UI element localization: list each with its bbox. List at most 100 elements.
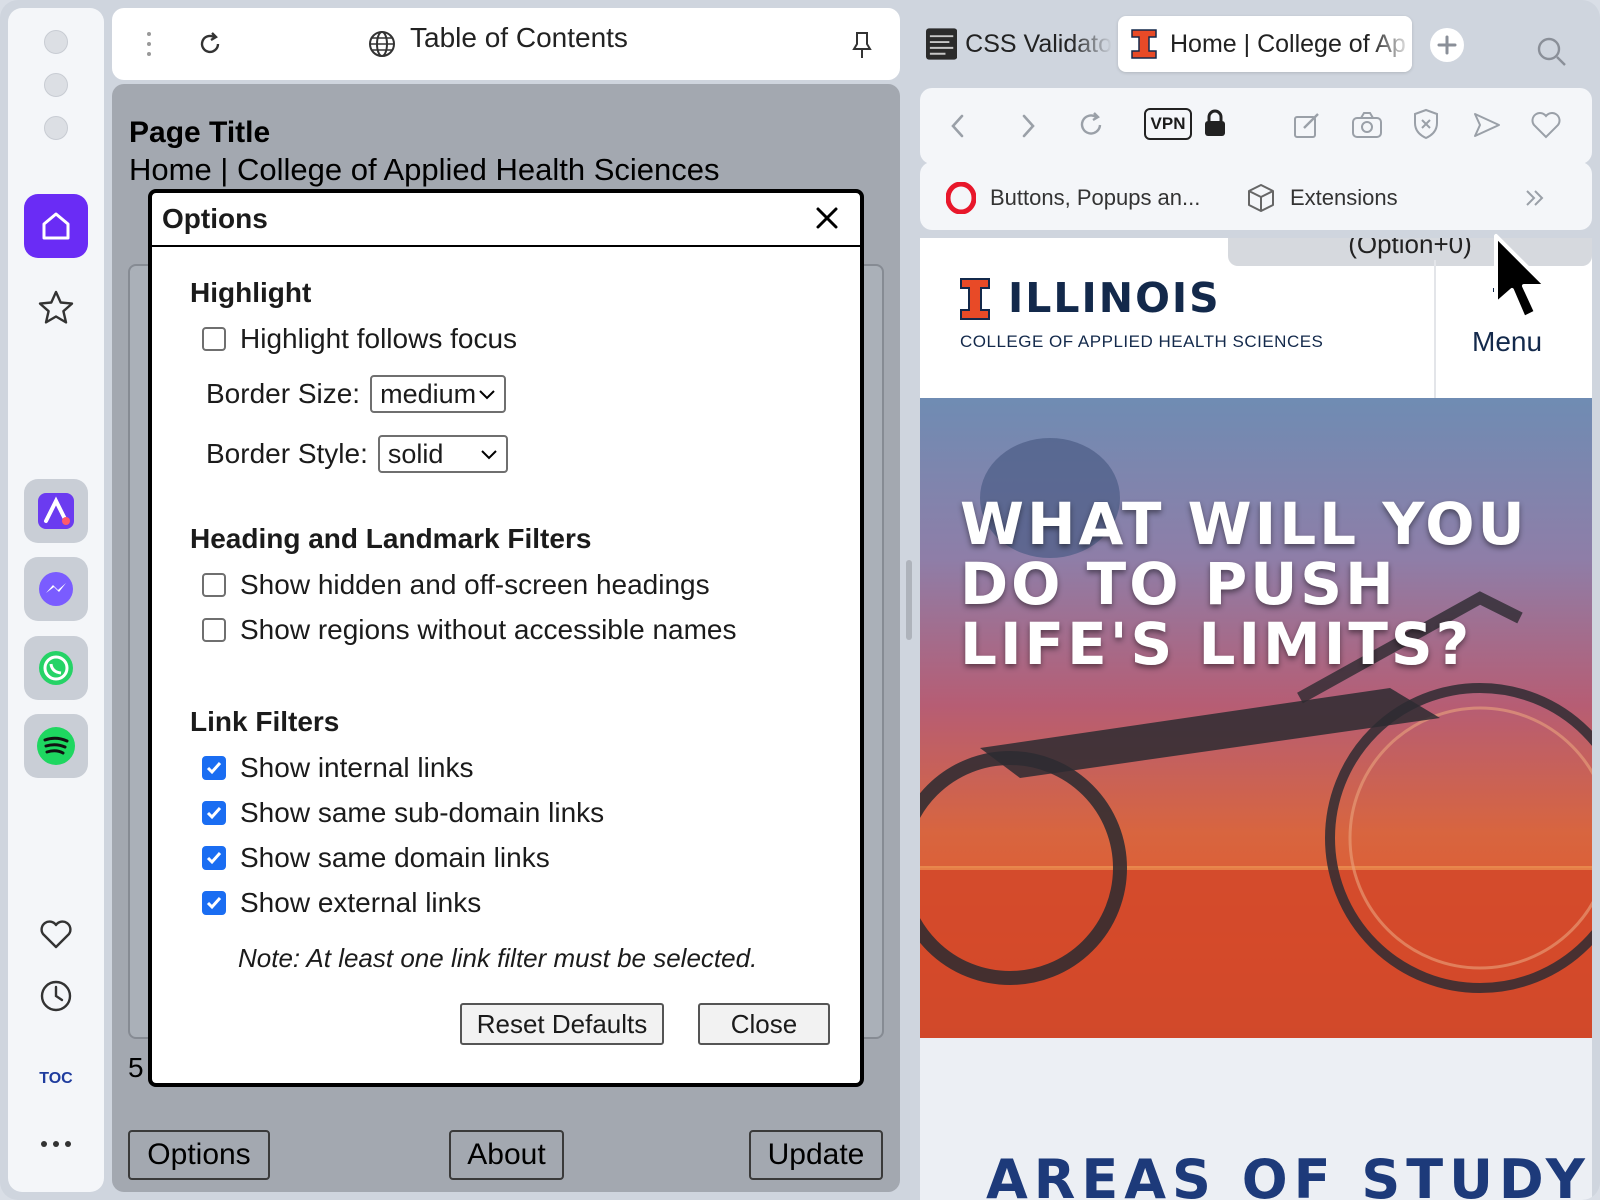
tab-home-college[interactable]: Home | College of Ap [1118, 16, 1412, 72]
bookmark-buttons-popups-label: Buttons, Popups an... [990, 185, 1201, 210]
heading-filters-heading: Heading and Landmark Filters [190, 523, 592, 554]
checkmark-icon [206, 762, 222, 775]
domain-links-checkbox[interactable] [202, 846, 226, 870]
shield-icon[interactable] [1412, 108, 1440, 140]
highlight-follows-focus-option[interactable]: Highlight follows focus [202, 323, 517, 355]
chevron-double-right-icon[interactable] [1524, 188, 1546, 208]
border-style-value: solid [387, 438, 444, 469]
border-style-select[interactable]: solid [377, 435, 508, 473]
panel-resize-handle[interactable] [906, 560, 912, 640]
illinois-wordmark[interactable]: ILLINOIS [1008, 274, 1221, 322]
bookmark-extensions[interactable]: Extensions [1246, 182, 1398, 214]
messenger-app-button[interactable] [24, 557, 88, 621]
link-filters-heading: Link Filters [190, 706, 340, 737]
subdomain-links-label: Show same sub-domain links [240, 797, 605, 828]
bookmark-buttons-popups[interactable]: Buttons, Popups an... [946, 182, 1200, 214]
options-button[interactable]: Options [128, 1130, 270, 1180]
tab-css-validator[interactable]: CSS Validato [926, 16, 1112, 72]
reload-icon[interactable] [1076, 110, 1106, 140]
update-button[interactable]: Update [749, 1130, 883, 1180]
clock-icon [40, 980, 72, 1012]
close-icon[interactable] [810, 201, 844, 235]
star-icon [38, 290, 74, 324]
highlight-follows-focus-label: Highlight follows focus [240, 323, 518, 354]
new-tab-icon[interactable] [1429, 27, 1465, 63]
areas-of-study-heading: AREAS OF STUDY [986, 1148, 1591, 1200]
hero-banner: WHAT WILL YOU DO TO PUSH LIFE'S LIMITS? [920, 398, 1592, 1038]
menu-button[interactable]: Menu [1472, 326, 1542, 358]
more-options-button[interactable] [24, 1112, 88, 1176]
checkmark-icon [206, 852, 222, 865]
camera-icon[interactable] [1351, 110, 1383, 140]
border-size-value: medium [380, 378, 477, 409]
dialog-header: Options [152, 193, 860, 247]
aria-icon [38, 493, 74, 529]
lock-icon[interactable] [1203, 108, 1227, 138]
unnamed-regions-checkbox[interactable] [202, 618, 226, 642]
globe-icon [369, 31, 395, 57]
spotify-app-button[interactable] [24, 714, 88, 778]
highlight-follows-focus-checkbox[interactable] [202, 327, 226, 351]
checkmark-icon [206, 897, 222, 910]
illinois-block-i-logo[interactable] [960, 278, 990, 320]
forward-icon[interactable] [1018, 112, 1038, 140]
college-name[interactable]: COLLEGE OF APPLIED HEALTH SCIENCES [960, 332, 1323, 352]
header-divider [1434, 260, 1436, 398]
search-icon[interactable] [1536, 36, 1568, 68]
drag-handle-icon[interactable] [144, 30, 154, 58]
page-title-label: Page Title [129, 116, 271, 149]
border-size-label: Border Size: [206, 378, 361, 409]
border-style-label: Border Style: [206, 438, 368, 469]
spotify-icon [37, 727, 75, 765]
window-zoom-dot[interactable] [44, 116, 68, 140]
reset-defaults-button[interactable]: Reset Defaults [460, 1003, 664, 1045]
back-icon[interactable] [948, 112, 968, 140]
messenger-icon [39, 572, 73, 606]
internal-links-option[interactable]: Show internal links [202, 752, 473, 784]
send-icon[interactable] [1472, 110, 1502, 140]
toc-sidebar-label[interactable]: TOC [24, 1070, 88, 1088]
unnamed-regions-option[interactable]: Show regions without accessible names [202, 614, 736, 646]
external-links-checkbox[interactable] [202, 891, 226, 915]
border-style-row: Border Style: solid [206, 435, 508, 473]
subdomain-links-checkbox[interactable] [202, 801, 226, 825]
dialog-title: Options [162, 203, 268, 234]
external-links-option[interactable]: Show external links [202, 887, 481, 919]
web-content: (Option+0) ILLINOIS COLLEGE OF APPLIED H… [920, 238, 1592, 1200]
internal-links-label: Show internal links [240, 752, 474, 783]
whatsapp-icon [39, 651, 73, 685]
reload-panel-icon[interactable] [196, 30, 224, 58]
about-button[interactable]: About [449, 1130, 564, 1180]
subdomain-links-option[interactable]: Show same sub-domain links [202, 797, 604, 829]
panel-title: Table of Contents [410, 22, 628, 53]
domain-links-option[interactable]: Show same domain links [202, 842, 550, 874]
dialog-close-button[interactable]: Close [698, 1003, 830, 1045]
border-size-select[interactable]: medium [370, 375, 507, 413]
domain-links-label: Show same domain links [240, 842, 550, 873]
window-minimize-dot[interactable] [44, 73, 68, 97]
whatsapp-app-button[interactable] [24, 636, 88, 700]
history-button[interactable] [24, 964, 88, 1028]
options-dialog: Options Highlight Highlight follows focu… [148, 189, 864, 1087]
internal-links-checkbox[interactable] [202, 756, 226, 780]
chevron-down-icon [479, 390, 495, 400]
bookmark-extensions-label: Extensions [1290, 185, 1398, 210]
window-close-dot[interactable] [44, 30, 68, 54]
toc-status-fragment: 5 [128, 1052, 144, 1083]
home-button[interactable] [24, 194, 88, 258]
hero-headline: WHAT WILL YOU DO TO PUSH LIFE'S LIMITS? [960, 490, 1528, 678]
cube-icon [1248, 184, 1274, 212]
vpn-badge[interactable]: VPN [1144, 108, 1192, 140]
aria-app-button[interactable] [24, 479, 88, 543]
css-validator-favicon-icon [926, 28, 958, 60]
bookmarks-star-button[interactable] [24, 276, 88, 340]
edit-icon[interactable] [1292, 110, 1322, 140]
pin-icon[interactable] [850, 30, 874, 60]
page-title-value: Home | College of Applied Health Science… [129, 152, 720, 187]
hidden-headings-option[interactable]: Show hidden and off-screen headings [202, 569, 710, 601]
checkmark-icon [206, 807, 222, 820]
hidden-headings-checkbox[interactable] [202, 573, 226, 597]
unnamed-regions-label: Show regions without accessible names [240, 614, 737, 645]
favorites-heart-button[interactable] [24, 902, 88, 966]
heart-outline-icon[interactable] [1530, 110, 1562, 140]
